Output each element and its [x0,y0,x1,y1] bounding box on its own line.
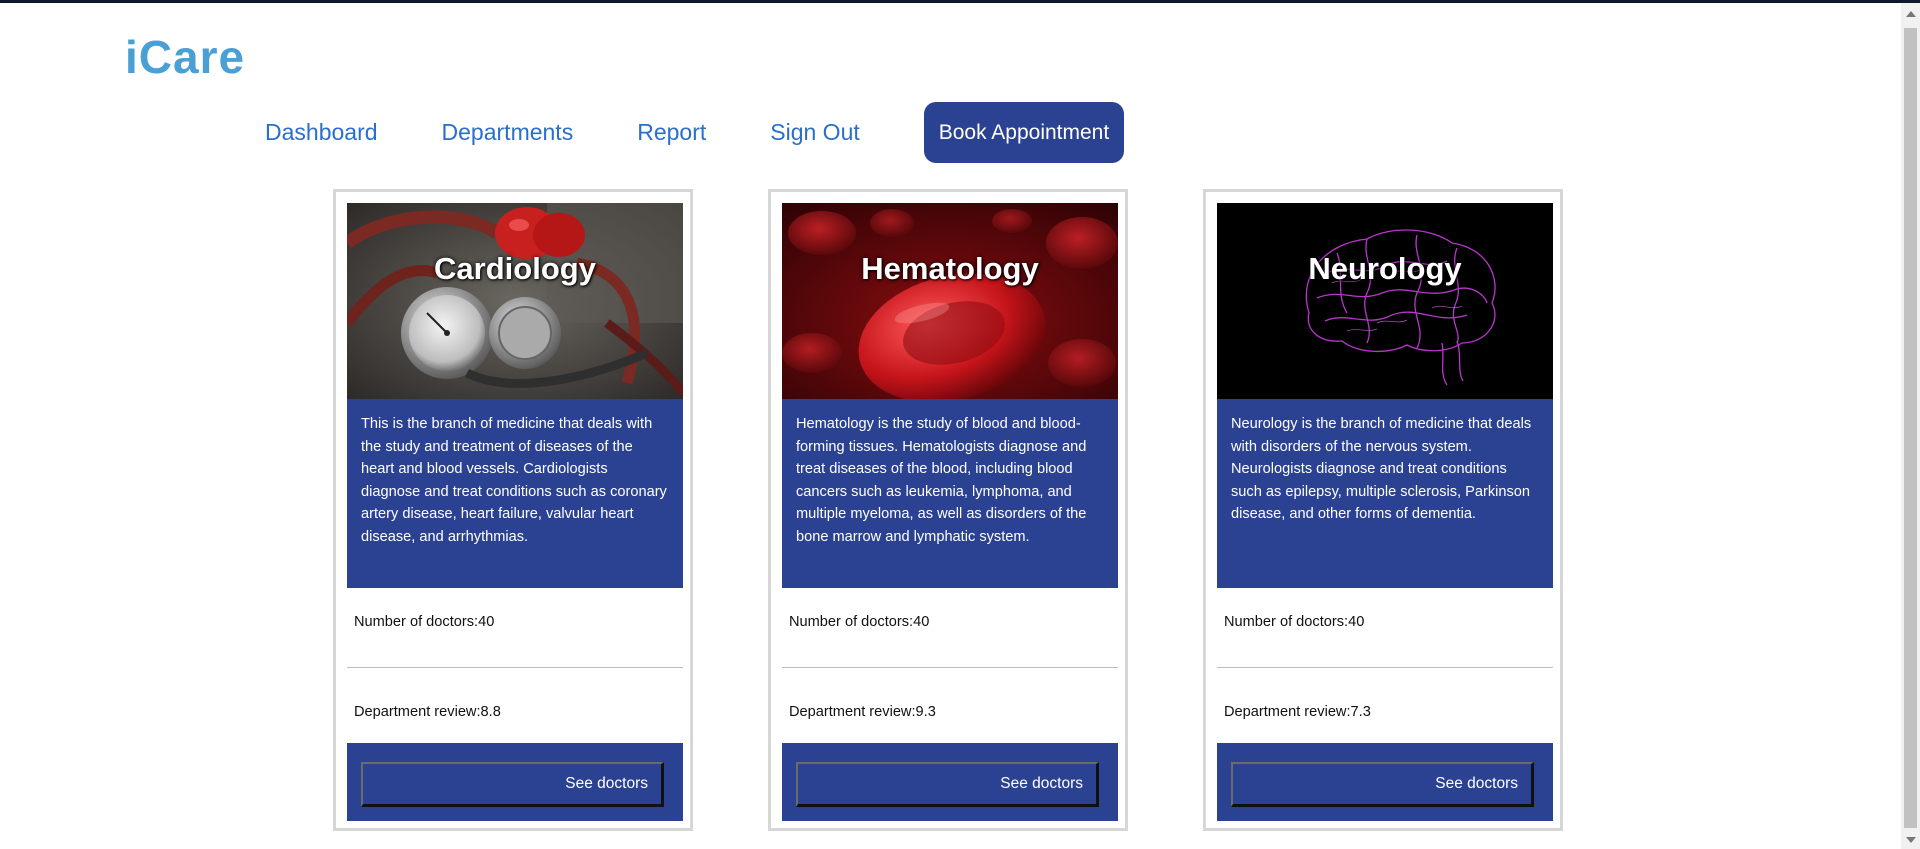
card-footer: See doctors [1217,743,1553,821]
department-card-cardiology: Cardiology This is the branch of medicin… [333,189,693,831]
stethoscope-heart-illustration [347,203,683,399]
brain-image: Neurology [1217,203,1553,399]
department-review: Department review:7.3 [1224,704,1371,720]
card-footer: See doctors [347,743,683,821]
scroll-up-arrow-icon[interactable] [1906,11,1916,17]
scroll-down-arrow-icon[interactable] [1906,837,1916,843]
card-title: Cardiology [434,251,596,286]
doctors-count: Number of doctors:40 [1224,614,1365,630]
main-nav: Dashboard Departments Report Sign Out Bo… [265,102,1125,163]
vertical-scrollbar[interactable] [1901,3,1920,849]
book-appointment-button[interactable]: Book Appointment [923,102,1125,163]
scrollbar-thumb[interactable] [1904,28,1917,828]
department-card-hematology: Hematology Hematology is the study of bl… [768,189,1128,831]
card-description: Hematology is the study of blood and blo… [782,399,1118,588]
see-doctors-button[interactable]: See doctors [361,762,664,807]
department-review: Department review:8.8 [354,704,501,720]
see-doctors-button[interactable]: See doctors [796,762,1099,807]
card-description: Neurology is the branch of medicine that… [1217,399,1553,588]
department-cards: Cardiology This is the branch of medicin… [333,189,1563,831]
nav-sign-out[interactable]: Sign Out [770,119,860,146]
top-strip [0,0,1920,3]
department-card-neurology: Neurology Neurology is the branch of med… [1203,189,1563,831]
see-doctors-button[interactable]: See doctors [1231,762,1534,807]
nav-report[interactable]: Report [637,119,706,146]
department-review: Department review:9.3 [789,704,936,720]
divider [782,667,1118,668]
card-title: Hematology [861,251,1039,286]
divider [347,667,683,668]
app-logo[interactable]: iCare [125,30,245,84]
red-blood-cells-image: Hematology [782,203,1118,399]
nav-departments[interactable]: Departments [442,119,574,146]
stethoscope-heart-image: Cardiology [347,203,683,399]
doctors-count: Number of doctors:40 [789,614,930,630]
card-description: This is the branch of medicine that deal… [347,399,683,588]
nav-dashboard[interactable]: Dashboard [265,119,378,146]
divider [1217,667,1553,668]
card-footer: See doctors [782,743,1118,821]
red-blood-cells-illustration [782,203,1118,399]
brain-illustration [1217,203,1553,399]
doctors-count: Number of doctors:40 [354,614,495,630]
card-title: Neurology [1308,251,1462,286]
